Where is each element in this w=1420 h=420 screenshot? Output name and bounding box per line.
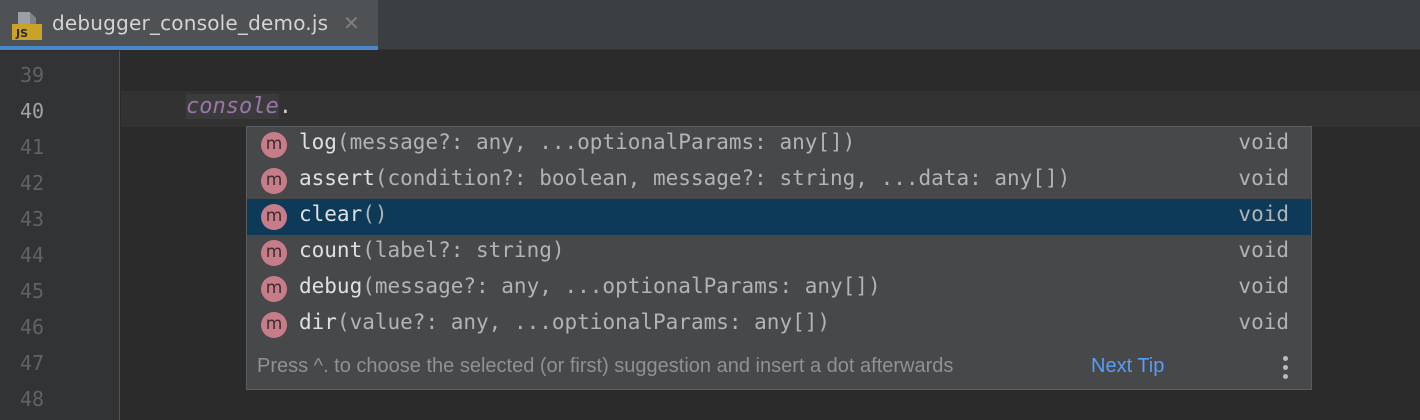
vertical-ellipsis-icon[interactable]: [1280, 355, 1290, 383]
completion-hint: Press ^. to choose the selected (or firs…: [257, 355, 954, 377]
completion-item-params: (value?: any, ...optionalParams: any[]): [336, 310, 831, 334]
completion-item-name: dir: [299, 310, 337, 334]
completion-item-log[interactable]: m log(message?: any, ...optionalParams: …: [247, 127, 1311, 163]
line-number: 45: [20, 279, 45, 303]
completion-item-type: void: [1238, 238, 1289, 262]
completion-item-type: void: [1238, 166, 1289, 190]
line-number-gutter: 39 40 41 42 43 44 45 46 47 48: [0, 51, 120, 420]
code-line[interactable]: console.: [186, 94, 292, 119]
line-number-current: 40: [20, 99, 45, 123]
js-badge: JS: [15, 27, 28, 40]
completion-item-dir[interactable]: m dir(value?: any, ...optionalParams: an…: [247, 307, 1311, 343]
completion-item-clear[interactable]: m clear() void: [247, 199, 1311, 235]
completion-item-name: debug: [299, 274, 363, 298]
method-icon: m: [261, 240, 287, 266]
editor-tab-bar: JS debugger_console_demo.js ✕: [0, 0, 1420, 50]
completion-item-type: void: [1238, 274, 1289, 298]
close-icon[interactable]: ✕: [343, 11, 360, 35]
code-completion-popup: m log(message?: any, ...optionalParams: …: [246, 126, 1312, 390]
completion-item-debug[interactable]: m debug(message?: any, ...optionalParams…: [247, 271, 1311, 307]
completion-item-params: (label?: string): [362, 238, 565, 262]
completion-item-type: void: [1238, 310, 1289, 334]
completion-item-params: (condition?: boolean, message?: string, …: [374, 166, 1071, 190]
completion-item-params: (): [362, 202, 388, 226]
completion-item-type: void: [1238, 202, 1289, 226]
line-number: 48: [20, 387, 45, 411]
line-number: 42: [20, 171, 45, 195]
line-number: 43: [20, 207, 45, 231]
line-number: 39: [20, 63, 45, 87]
line-number: 47: [20, 351, 45, 375]
method-icon: m: [261, 132, 287, 158]
method-icon: m: [261, 204, 287, 230]
line-number: 41: [20, 135, 45, 159]
active-tab-indicator: [0, 46, 378, 50]
completion-item-name: count: [299, 238, 363, 262]
completion-item-name: clear: [299, 202, 363, 226]
completion-item-name: assert: [299, 166, 375, 190]
current-line-highlight: [121, 91, 1420, 127]
tab-title: debugger_console_demo.js: [52, 11, 329, 35]
code-dot: .: [278, 94, 292, 119]
completion-item-assert[interactable]: m assert(condition?: boolean, message?: …: [247, 163, 1311, 199]
tab-debugger-console-demo[interactable]: JS debugger_console_demo.js ✕: [0, 0, 378, 50]
completion-item-type: void: [1238, 130, 1289, 154]
method-icon: m: [261, 276, 287, 302]
completion-item-params: (message?: any, ...optionalParams: any[]…: [336, 130, 856, 154]
next-tip-link[interactable]: Next Tip: [1091, 355, 1164, 378]
completion-item-count[interactable]: m count(label?: string) void: [247, 235, 1311, 271]
method-icon: m: [261, 168, 287, 194]
line-number: 46: [20, 315, 45, 339]
completion-item-params: (message?: any, ...optionalParams: any[]…: [362, 274, 881, 298]
method-icon: m: [261, 312, 287, 338]
line-number: 44: [20, 243, 45, 267]
code-console-identifier: console: [186, 94, 279, 119]
completion-item-name: log: [299, 130, 337, 154]
javascript-file-icon: JS: [12, 12, 42, 40]
